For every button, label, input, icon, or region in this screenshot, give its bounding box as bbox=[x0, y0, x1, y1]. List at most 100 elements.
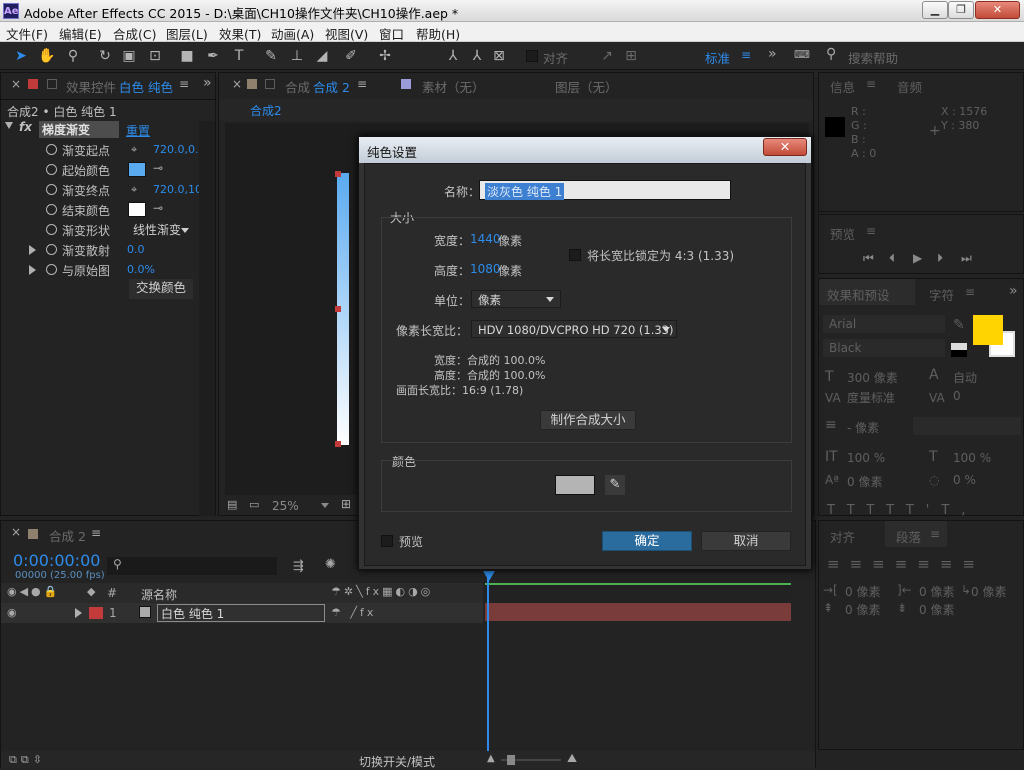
expand-panel-icon[interactable]: » bbox=[1009, 283, 1018, 299]
vertical-scale-value[interactable]: 100 % bbox=[847, 451, 885, 465]
close-window-button[interactable]: ✕ bbox=[975, 1, 1020, 19]
layer-handle[interactable] bbox=[335, 306, 341, 312]
pixel-aspect-dropdown[interactable]: HDV 1080/DVCPRO HD 720 (1.33) bbox=[471, 320, 677, 338]
panel-menu-icon[interactable]: ≡ bbox=[965, 285, 975, 299]
preview-checkbox[interactable] bbox=[381, 535, 393, 547]
zoom-level[interactable]: 25% bbox=[272, 499, 299, 513]
stopwatch-icon[interactable] bbox=[46, 264, 57, 275]
stopwatch-icon[interactable] bbox=[46, 184, 57, 195]
start-color-swatch[interactable] bbox=[128, 162, 146, 177]
swap-colors-button[interactable]: 交换颜色 bbox=[129, 279, 193, 299]
cancel-button[interactable]: 取消 bbox=[701, 531, 791, 551]
units-dropdown[interactable]: 像素 bbox=[471, 290, 561, 308]
expand-arrow-icon[interactable] bbox=[75, 608, 82, 618]
layer-label-color[interactable] bbox=[89, 607, 103, 619]
snap-option-icon[interactable]: ↗ bbox=[598, 47, 616, 65]
table-row[interactable]: ◉ 1 白色 纯色 1 ☂ ╱fx bbox=[1, 603, 483, 623]
previous-frame-icon[interactable]: ⏴ bbox=[889, 251, 895, 266]
menu-edit[interactable]: 编辑(E) bbox=[59, 24, 102, 43]
panel-menu-icon[interactable]: ≡ bbox=[91, 526, 101, 540]
draft-3d-icon[interactable]: ✺ bbox=[325, 557, 336, 572]
space-before-value[interactable]: 0 像素 bbox=[845, 601, 880, 618]
workspace-label[interactable]: 标准 bbox=[705, 48, 730, 67]
prop-gradient-end-value[interactable]: 720.0,10 bbox=[153, 183, 202, 196]
panel-menu-icon[interactable]: ≡ bbox=[930, 527, 940, 541]
expand-arrow-icon[interactable] bbox=[29, 245, 36, 255]
reset-link[interactable]: 重置 bbox=[126, 122, 150, 139]
prop-scatter-value[interactable]: 0.0 bbox=[127, 243, 145, 256]
menu-view[interactable]: 视图(V) bbox=[325, 24, 368, 43]
indent-right-value[interactable]: 0 像素 bbox=[919, 583, 954, 600]
eyedropper-icon[interactable]: ✎ bbox=[953, 317, 965, 333]
space-after-value[interactable]: 0 像素 bbox=[919, 601, 954, 618]
panel-menu-icon[interactable]: ≡ bbox=[866, 77, 876, 91]
current-time-display[interactable]: 0:00:00:00 bbox=[13, 551, 100, 570]
ok-button[interactable]: 确定 bbox=[602, 531, 692, 551]
selection-tool-icon[interactable]: ➤ bbox=[12, 47, 30, 65]
alignment-buttons[interactable]: ≡≡≡≡≡≡≡ bbox=[827, 555, 985, 573]
comp-subtab[interactable]: 合成2 bbox=[250, 102, 282, 119]
playhead-handle[interactable] bbox=[483, 571, 495, 581]
menu-effect[interactable]: 效果(T) bbox=[219, 24, 261, 43]
tab-composition-name[interactable]: 合成 2 bbox=[313, 77, 350, 96]
puppet-tool-icon[interactable]: ✢ bbox=[376, 47, 394, 65]
workspace-menu-icon[interactable]: ≡ bbox=[741, 48, 751, 62]
end-color-swatch[interactable] bbox=[128, 202, 146, 217]
toggle-switches-modes[interactable]: 切换开关/模式 bbox=[359, 753, 435, 770]
layer-duration-bar[interactable] bbox=[485, 603, 791, 621]
expand-panel-icon[interactable]: » bbox=[203, 75, 212, 91]
tsume-value[interactable]: 0 % bbox=[953, 473, 976, 487]
stroke-width-value[interactable]: - 像素 bbox=[847, 419, 879, 436]
type-tool-icon[interactable]: T bbox=[230, 47, 248, 65]
tab-effect-layer[interactable]: 白色 纯色 bbox=[119, 77, 173, 96]
region-icon[interactable]: ⊞ bbox=[341, 497, 351, 511]
rotate-tool-icon[interactable]: ↻ bbox=[96, 47, 114, 65]
tab-effect-controls[interactable]: 效果控件 bbox=[66, 77, 116, 96]
effect-name[interactable]: 梯度渐变 bbox=[39, 121, 119, 138]
make-comp-size-button[interactable]: 制作合成大小 bbox=[540, 410, 636, 430]
menu-window[interactable]: 窗口 bbox=[379, 24, 404, 43]
pan-behind-tool-icon[interactable]: ⊡ bbox=[146, 47, 164, 65]
hand-tool-icon[interactable]: ✋ bbox=[38, 47, 56, 65]
local-axis-icon[interactable]: ⅄ bbox=[444, 47, 462, 65]
zoom-tool-icon[interactable]: ⚲ bbox=[64, 47, 82, 65]
snapping-checkbox[interactable] bbox=[526, 50, 538, 62]
lock-panel-icon[interactable] bbox=[265, 79, 275, 89]
first-frame-icon[interactable]: ⏮ bbox=[863, 251, 874, 266]
minimize-button[interactable]: ▁ bbox=[922, 1, 948, 19]
tracking-value[interactable]: 0 bbox=[953, 389, 961, 403]
stroke-style-dropdown[interactable] bbox=[913, 417, 1021, 435]
pen-tool-icon[interactable]: ✒ bbox=[204, 47, 222, 65]
baseline-shift-value[interactable]: 0 像素 bbox=[847, 473, 882, 490]
layer-handle[interactable] bbox=[335, 171, 341, 177]
height-value[interactable]: 1080 bbox=[470, 262, 501, 276]
horizontal-scale-value[interactable]: 100 % bbox=[953, 451, 991, 465]
indent-left-value[interactable]: 0 像素 bbox=[845, 583, 880, 600]
snapshot-icon[interactable]: ▤ bbox=[227, 498, 237, 511]
menu-layer[interactable]: 图层(L) bbox=[166, 24, 208, 43]
stopwatch-icon[interactable] bbox=[46, 144, 57, 155]
brush-tool-icon[interactable]: ✎ bbox=[262, 47, 280, 65]
tab-composition[interactable]: 合成 bbox=[285, 77, 310, 96]
prop-gradient-start-value[interactable]: 720.0,0.0 bbox=[153, 143, 205, 156]
lock-aspect-checkbox[interactable] bbox=[569, 249, 581, 261]
fill-color-swatch-top[interactable] bbox=[973, 315, 1003, 345]
display-icon[interactable]: ▭ bbox=[249, 498, 259, 511]
tab-footage[interactable]: 素材（无） bbox=[422, 77, 485, 96]
zoom-in-icon[interactable]: ⛰ bbox=[567, 751, 577, 766]
stopwatch-icon[interactable] bbox=[46, 164, 57, 175]
menu-composition[interactable]: 合成(C) bbox=[113, 24, 156, 43]
layer-name[interactable]: 白色 纯色 1 bbox=[157, 604, 325, 622]
leading-value[interactable]: 自动 bbox=[953, 369, 977, 386]
clone-stamp-tool-icon[interactable]: ⊥ bbox=[288, 47, 306, 65]
expand-toolbar-icon[interactable]: » bbox=[768, 46, 777, 62]
tab-align[interactable]: 对齐 bbox=[830, 527, 855, 546]
close-panel-icon[interactable]: × bbox=[11, 525, 21, 539]
tab-paragraph[interactable]: 段落 bbox=[896, 527, 921, 546]
tab-preview[interactable]: 预览 bbox=[830, 224, 855, 243]
crosshair-icon[interactable]: ⌖ bbox=[131, 143, 137, 157]
tab-timeline-comp[interactable]: 合成 2 bbox=[49, 526, 86, 545]
time-ruler[interactable] bbox=[485, 583, 791, 603]
default-colors-icon[interactable] bbox=[951, 343, 967, 357]
tab-layer[interactable]: 图层（无） bbox=[555, 77, 618, 96]
